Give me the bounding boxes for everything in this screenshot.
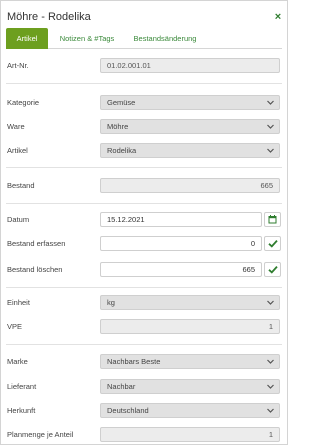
ware-label: Ware [7, 122, 25, 131]
artikel-label: Artikel [7, 146, 28, 155]
bestand-loeschen-confirm-button[interactable] [264, 262, 281, 277]
chevron-down-icon [266, 122, 275, 131]
herkunft-value: Deutschland [107, 406, 149, 415]
einheit-value: kg [107, 298, 115, 307]
tab-artikel[interactable]: Artikel [6, 28, 48, 49]
artikel-select[interactable]: Rodelika [100, 143, 280, 158]
kategorie-value: Gemüse [107, 98, 136, 107]
bestand-field: 665 [100, 178, 280, 193]
calendar-button[interactable] [264, 212, 281, 227]
tab-bar: Artikel Notizen & #Tags Bestandsänderung [6, 28, 282, 49]
checkmark-icon [268, 239, 278, 248]
bestand-loeschen-input[interactable]: 665 [100, 262, 262, 277]
chevron-down-icon [266, 146, 275, 155]
tab-notizen-tags[interactable]: Notizen & #Tags [55, 28, 119, 49]
lieferant-select[interactable]: Nachbar [100, 379, 280, 394]
section-divider [6, 83, 282, 84]
herkunft-select[interactable]: Deutschland [100, 403, 280, 418]
einheit-select[interactable]: kg [100, 295, 280, 310]
bestand-loeschen-label: Bestand löschen [7, 265, 63, 274]
planmenge-field: 1 [100, 427, 280, 442]
bestand-erfassen-input[interactable]: 0 [100, 236, 262, 251]
chevron-down-icon [266, 298, 275, 307]
section-divider [6, 203, 282, 204]
art-nr-field: 01.02.001.01 [100, 58, 280, 73]
art-nr-label: Art-Nr. [7, 61, 29, 70]
checkmark-icon [268, 265, 278, 274]
datum-label: Datum [7, 215, 30, 224]
dialog-header: Möhre - Rodelika × [1, 1, 287, 27]
kategorie-select[interactable]: Gemüse [100, 95, 280, 110]
planmenge-label: Planmenge je Anteil [7, 430, 74, 439]
dialog-title: Möhre - Rodelika [7, 11, 91, 23]
section-divider [6, 344, 282, 345]
calendar-icon [268, 215, 277, 224]
chevron-down-icon [266, 98, 275, 107]
section-divider [6, 167, 282, 168]
chevron-down-icon [266, 357, 275, 366]
close-icon[interactable]: × [272, 10, 284, 24]
chevron-down-icon [266, 406, 275, 415]
ware-value: Möhre [107, 122, 129, 131]
marke-select[interactable]: Nachbars Beste [100, 354, 280, 369]
marke-label: Marke [7, 357, 28, 366]
bestand-erfassen-label: Bestand erfassen [7, 239, 66, 248]
article-dialog: Möhre - Rodelika × Artikel Notizen & #Ta… [0, 0, 288, 445]
vpe-label: VPE [7, 322, 23, 331]
bestand-label: Bestand [7, 181, 35, 190]
vpe-field: 1 [100, 319, 280, 334]
lieferant-label: Lieferant [7, 382, 37, 391]
herkunft-label: Herkunft [7, 406, 36, 415]
lieferant-value: Nachbar [107, 382, 136, 391]
tab-bestandsaenderung[interactable]: Bestandsänderung [126, 28, 204, 49]
datum-input[interactable]: 15.12.2021 [100, 212, 262, 227]
artikel-value: Rodelika [107, 146, 137, 155]
kategorie-label: Kategorie [7, 98, 40, 107]
chevron-down-icon [266, 382, 275, 391]
bestand-erfassen-confirm-button[interactable] [264, 236, 281, 251]
marke-value: Nachbars Beste [107, 357, 161, 366]
section-divider [6, 287, 282, 288]
einheit-label: Einheit [7, 298, 30, 307]
ware-select[interactable]: Möhre [100, 119, 280, 134]
